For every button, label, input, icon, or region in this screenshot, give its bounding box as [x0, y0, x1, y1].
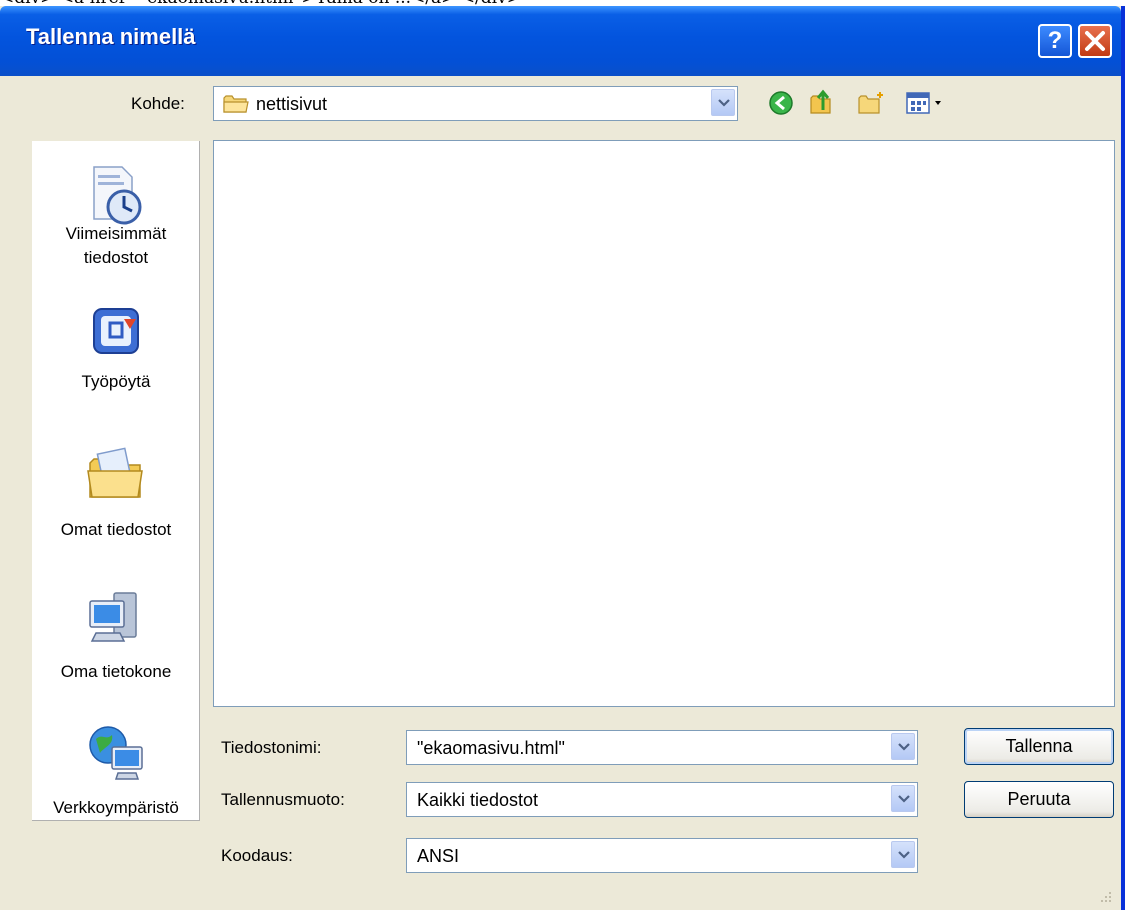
new-folder-icon[interactable] — [857, 89, 885, 117]
place-label: Oma tietokone — [60, 662, 172, 681]
help-button[interactable]: ? — [1038, 24, 1072, 58]
save-type-combo[interactable]: Kaikki tiedostot — [406, 782, 918, 817]
encoding-value: ANSI — [417, 846, 460, 866]
filename-dropdown-button[interactable] — [891, 733, 915, 760]
my-documents-icon — [87, 447, 143, 498]
place-my-computer[interactable]: Oma tietokone — [32, 571, 200, 691]
places-bar: Viimeisimmät tiedostot Työpöytä Omat tie… — [32, 141, 200, 821]
cancel-button[interactable]: Peruuta — [964, 781, 1114, 818]
filename-input[interactable]: "ekaomasivu.html" — [417, 738, 565, 759]
encoding-combo[interactable]: ANSI — [406, 838, 918, 873]
folder-icon — [223, 95, 249, 113]
save-type-label: Tallennusmuoto: — [221, 790, 345, 809]
encoding-label: Koodaus: — [221, 846, 293, 865]
look-in-label: Kohde: — [131, 94, 185, 113]
place-label: tiedostot — [83, 248, 149, 267]
up-folder-icon[interactable] — [808, 88, 836, 116]
save-as-dialog: Tallenna nimellä ? Kohde: nettisivut Vii… — [0, 6, 1125, 910]
desktop-icon — [93, 308, 139, 354]
resize-grip-icon[interactable] — [1097, 888, 1113, 904]
place-label: Omat tiedostot — [60, 520, 172, 539]
close-button[interactable] — [1078, 24, 1112, 58]
chevron-down-icon — [898, 743, 910, 751]
chevron-down-icon — [898, 851, 910, 859]
filename-combo[interactable]: "ekaomasivu.html" — [406, 730, 918, 765]
place-label: Työpöytä — [81, 372, 151, 391]
save-type-value: Kaikki tiedostot — [417, 790, 539, 810]
look-in-combo[interactable]: nettisivut — [213, 86, 738, 121]
look-in-value: nettisivut — [256, 94, 328, 114]
place-label: Viimeisimmät — [65, 224, 167, 243]
chevron-down-icon — [718, 99, 730, 107]
place-label: Verkkoympäristö — [53, 798, 179, 817]
my-computer-icon — [89, 592, 137, 642]
close-icon — [1085, 31, 1105, 51]
place-my-documents[interactable]: Omat tiedostot — [32, 429, 200, 549]
save-type-dropdown-button[interactable] — [891, 785, 915, 812]
save-button[interactable]: Tallenna — [964, 728, 1114, 765]
look-in-dropdown-button[interactable] — [711, 89, 735, 116]
encoding-dropdown-button[interactable] — [891, 841, 915, 868]
recent-documents-icon — [93, 166, 142, 225]
place-recent[interactable]: Viimeisimmät tiedostot — [32, 141, 200, 281]
title-bar[interactable]: Tallenna nimellä ? — [0, 6, 1121, 76]
filename-label: Tiedostonimi: — [221, 738, 322, 757]
chevron-down-icon — [898, 795, 910, 803]
place-network[interactable]: Verkkoympäristö — [32, 707, 200, 821]
network-places-icon — [89, 726, 143, 780]
place-desktop[interactable]: Työpöytä — [32, 291, 200, 401]
dialog-title: Tallenna nimellä — [26, 24, 196, 49]
file-list[interactable] — [213, 140, 1115, 707]
views-menu-icon[interactable] — [905, 89, 953, 117]
back-icon[interactable] — [767, 89, 795, 117]
